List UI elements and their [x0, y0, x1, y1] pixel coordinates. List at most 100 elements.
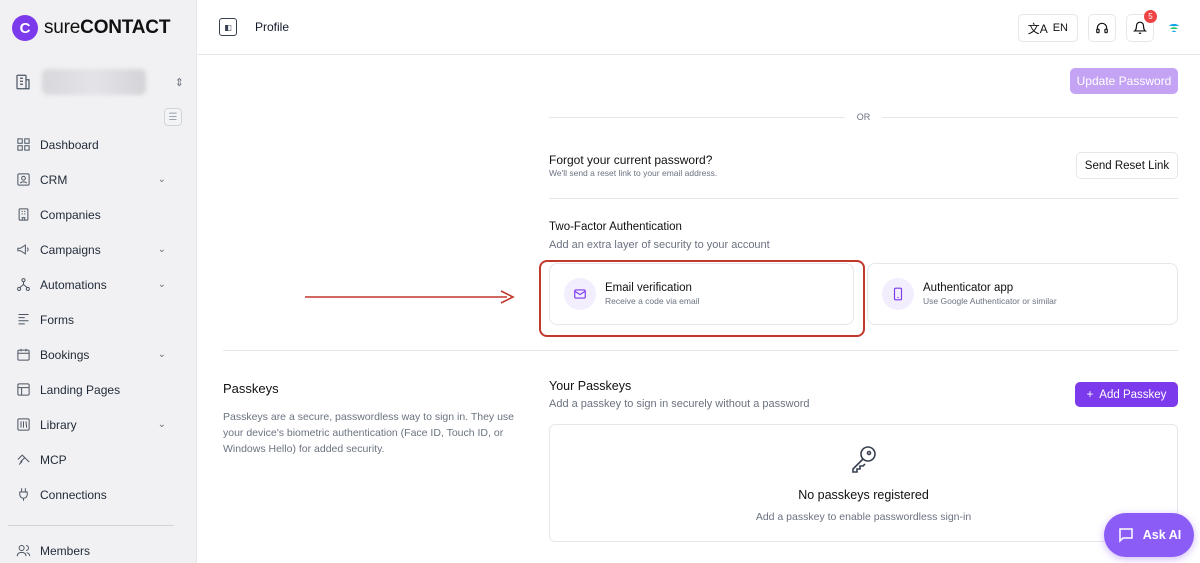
empty-state-subtitle: Add a passkey to enable passwordless sig…	[755, 511, 972, 523]
ask-ai-button[interactable]: Ask AI	[1104, 513, 1194, 557]
sidebar-item-members[interactable]: Members	[0, 533, 196, 563]
two-factor-subtitle: Add an extra layer of security to your a…	[549, 239, 770, 251]
megaphone-icon	[16, 242, 31, 257]
option-subtitle: Use Google Authenticator or similar	[923, 296, 1057, 306]
language-label: EN	[1052, 22, 1068, 34]
chevron-updown-icon: ⇕	[174, 76, 184, 89]
workspace-switcher[interactable]: ⇕	[12, 66, 184, 98]
main-panel: ◧ Profile 文A EN 5 Update Password OR For…	[196, 0, 1200, 563]
empty-state-title: No passkeys registered	[798, 488, 929, 502]
sliders-icon: ☰	[168, 111, 178, 123]
users-icon	[16, 543, 31, 558]
sidebar-item-label: Members	[40, 543, 91, 558]
sidebar-item-label: Automations	[40, 277, 107, 292]
sidebar: C sureCONTACT ⇕ ☰ Dashboard CRM ⌄ Companies…	[0, 0, 196, 563]
calendar-icon	[16, 347, 31, 362]
logo-prefix: sure	[44, 17, 81, 38]
chat-icon	[1119, 528, 1133, 543]
your-passkeys-title: Your Passkeys	[549, 379, 632, 393]
dashboard-icon	[16, 137, 31, 152]
sidebar-item-mcp[interactable]: MCP	[0, 442, 196, 477]
sidebar-item-label: Forms	[40, 312, 74, 327]
sidebar-item-forms[interactable]: Forms	[0, 302, 196, 337]
sidebar-item-crm[interactable]: CRM ⌄	[0, 162, 196, 197]
logo-mark: C	[12, 15, 38, 41]
profile-content: Update Password OR Forgot your current p…	[197, 56, 1200, 563]
chevron-down-icon[interactable]: ⌄	[158, 244, 166, 255]
authenticator-app-option[interactable]: Authenticator app Use Google Authenticat…	[867, 263, 1178, 325]
your-passkeys-subtitle: Add a passkey to sign in securely withou…	[549, 398, 810, 410]
or-label: OR	[856, 112, 871, 122]
sidebar-item-label: MCP	[40, 452, 67, 467]
brand-logo[interactable]: C sureCONTACT	[12, 15, 170, 41]
chevron-down-icon[interactable]: ⌄	[158, 419, 166, 430]
sidebar-item-companies[interactable]: Companies	[0, 197, 196, 232]
ask-ai-label: Ask AI	[1142, 528, 1182, 542]
chevron-down-icon[interactable]: ⌄	[158, 349, 166, 360]
annotation-highlight-box	[539, 260, 865, 337]
option-title: Authenticator app	[923, 282, 1014, 294]
update-password-button[interactable]: Update Password	[1070, 68, 1178, 94]
chevron-down-icon[interactable]: ⌄	[158, 279, 166, 290]
add-passkey-button[interactable]: + Add Passkey	[1075, 382, 1178, 407]
logo-suffix: CONTACT	[80, 17, 171, 38]
passkeys-empty-state: No passkeys registered Add a passkey to …	[549, 424, 1178, 542]
sidebar-collapse-button[interactable]: ☰	[164, 108, 182, 126]
sidebar-divider	[8, 525, 174, 526]
toggle-sidebar-button[interactable]: ◧	[219, 18, 237, 36]
sidebar-item-label: Connections	[40, 487, 107, 502]
sidebar-item-label: Library	[40, 417, 77, 432]
chevron-down-icon[interactable]: ⌄	[158, 174, 166, 185]
send-reset-link-button[interactable]: Send Reset Link	[1076, 152, 1178, 179]
section-divider	[223, 350, 1178, 351]
building-icon	[12, 71, 34, 93]
sidebar-item-automations[interactable]: Automations ⌄	[0, 267, 196, 302]
sidebar-item-landing-pages[interactable]: Landing Pages	[0, 372, 196, 407]
plus-icon: +	[1086, 388, 1094, 401]
passkeys-section-title: Passkeys	[223, 381, 279, 396]
forgot-password-subtitle: We'll send a reset link to your email ad…	[549, 168, 718, 178]
sidebar-item-label: Companies	[40, 207, 101, 222]
annotation-arrow-icon	[305, 290, 515, 304]
add-passkey-label: Add Passkey	[1099, 388, 1167, 401]
panel-left-icon: ◧	[224, 22, 232, 32]
or-divider: OR	[549, 112, 1178, 122]
language-button[interactable]: 文A EN	[1017, 14, 1078, 42]
topbar-actions: 文A EN 5	[1017, 10, 1184, 42]
forgot-password-title: Forgot your current password?	[549, 153, 713, 167]
workflow-icon	[16, 277, 31, 292]
translate-icon: 文A	[1027, 21, 1048, 36]
building-icon	[16, 207, 31, 222]
sidebar-item-campaigns[interactable]: Campaigns ⌄	[0, 232, 196, 267]
sidebar-item-connections[interactable]: Connections	[0, 477, 196, 512]
passkeys-description: Passkeys are a secure, passwordless way …	[223, 411, 515, 455]
layout-icon	[16, 382, 31, 397]
headset-icon	[1096, 22, 1108, 34]
topbar: ◧ Profile 文A EN 5	[197, 0, 1200, 55]
two-factor-title: Two-Factor Authentication	[549, 221, 682, 233]
sidebar-item-dashboard[interactable]: Dashboard	[0, 127, 196, 162]
phone-icon	[882, 278, 914, 310]
sidebar-item-label: Campaigns	[40, 242, 101, 257]
bell-icon	[1133, 21, 1147, 34]
section-divider	[549, 198, 1178, 199]
sidebar-item-label: CRM	[40, 172, 68, 187]
notification-badge: 5	[1144, 10, 1157, 23]
logo-text: sureCONTACT	[44, 17, 170, 39]
library-icon	[16, 417, 31, 432]
sidebar-item-library[interactable]: Library ⌄	[0, 407, 196, 442]
page-title: Profile	[255, 20, 290, 34]
sidebar-item-label: Dashboard	[40, 137, 99, 152]
sidebar-item-label: Bookings	[40, 347, 90, 362]
plug-icon	[16, 487, 31, 502]
mcp-icon	[16, 452, 31, 467]
contact-card-icon	[16, 172, 31, 187]
sidebar-nav: Dashboard CRM ⌄ Companies Campaigns ⌄ Automati…	[0, 127, 196, 512]
key-icon	[852, 446, 876, 473]
notifications-button[interactable]: 5	[1126, 10, 1157, 42]
support-button[interactable]	[1088, 14, 1116, 42]
brand-wing-icon[interactable]	[1164, 14, 1184, 42]
form-icon	[16, 312, 31, 327]
workspace-name-redacted	[42, 69, 146, 95]
sidebar-item-bookings[interactable]: Bookings ⌄	[0, 337, 196, 372]
